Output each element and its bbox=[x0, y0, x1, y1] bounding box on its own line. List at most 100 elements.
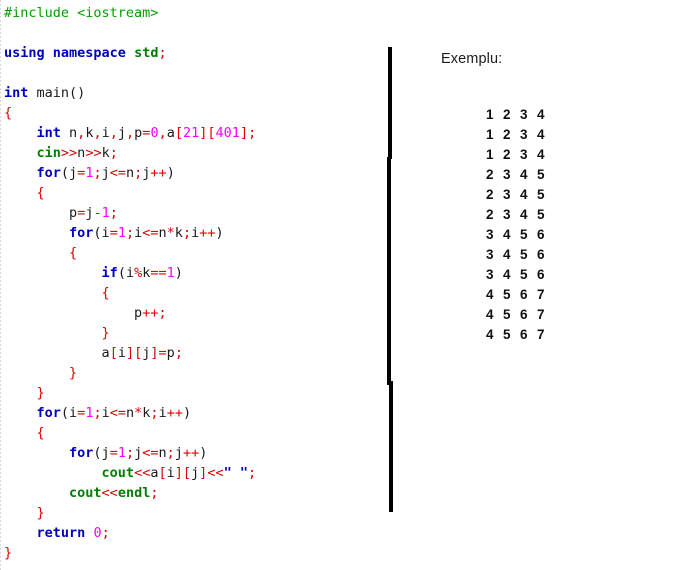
code-token: #include <iostream> bbox=[4, 5, 159, 21]
code-token: endl bbox=[117, 485, 151, 501]
code-token: { bbox=[36, 425, 45, 441]
code-token: ; bbox=[101, 525, 110, 541]
code-line: cin>>n>>k; bbox=[4, 143, 378, 163]
code-token: using bbox=[4, 45, 45, 61]
output-row: 1234 bbox=[486, 145, 554, 165]
code-token: ; bbox=[182, 225, 192, 241]
code-token: } bbox=[69, 365, 78, 381]
output-cell: 3 bbox=[503, 207, 511, 222]
code-token: (i bbox=[60, 405, 78, 421]
code-line: { bbox=[4, 103, 378, 123]
output-cell: 2 bbox=[503, 127, 511, 142]
code-token: 1 bbox=[166, 265, 175, 281]
code-token: ; bbox=[158, 305, 167, 321]
code-token: p bbox=[69, 205, 78, 221]
code-token: ; bbox=[174, 345, 183, 361]
code-line: if(i%k==1) bbox=[4, 263, 378, 283]
code-line: p=j-1; bbox=[4, 203, 378, 223]
example-output-grid: 1234123412342345234523453456345634564567… bbox=[486, 105, 554, 345]
code-token: n bbox=[158, 445, 167, 461]
output-cell: 3 bbox=[503, 187, 511, 202]
code-token: n bbox=[60, 125, 78, 141]
code-token: n bbox=[158, 225, 167, 241]
divider-segment-middle bbox=[387, 157, 391, 385]
output-cell: 1 bbox=[486, 147, 494, 162]
output-cell: 6 bbox=[520, 307, 528, 322]
code-token: j bbox=[117, 125, 127, 141]
code-line: for(i=1;i<=n*k;i++) bbox=[4, 223, 378, 243]
output-cell: 5 bbox=[520, 247, 528, 262]
code-token: n bbox=[126, 165, 135, 181]
code-token: (j bbox=[60, 165, 78, 181]
output-cell: 4 bbox=[503, 247, 511, 262]
code-token: = bbox=[109, 225, 118, 241]
code-line: } bbox=[4, 383, 378, 403]
code-token: << bbox=[134, 465, 151, 481]
code-token: ; bbox=[125, 445, 135, 461]
code-token: ] bbox=[125, 345, 135, 361]
code-token: (i bbox=[93, 225, 110, 241]
code-token: ) bbox=[174, 265, 183, 281]
output-row: 3456 bbox=[486, 265, 554, 285]
output-cell: 5 bbox=[520, 267, 528, 282]
code-token: std bbox=[134, 45, 159, 61]
code-token: ) bbox=[215, 225, 224, 241]
output-cell: 4 bbox=[520, 207, 528, 222]
output-cell: 3 bbox=[520, 107, 528, 122]
output-row: 2345 bbox=[486, 165, 554, 185]
code-token: 1 bbox=[117, 225, 126, 241]
output-cell: 4 bbox=[486, 327, 494, 342]
output-cell: 3 bbox=[486, 227, 494, 242]
output-cell: 5 bbox=[537, 187, 545, 202]
code-token: 1 bbox=[117, 445, 126, 461]
code-token: ++ bbox=[166, 405, 183, 421]
code-token: = bbox=[158, 345, 167, 361]
code-token: ; bbox=[247, 465, 257, 481]
code-token: [ bbox=[109, 345, 118, 361]
code-token: = bbox=[109, 445, 118, 461]
output-cell: 7 bbox=[537, 307, 545, 322]
output-row: 1234 bbox=[486, 125, 554, 145]
code-token: , bbox=[93, 125, 102, 141]
output-cell: 2 bbox=[486, 207, 494, 222]
code-token: >> bbox=[60, 145, 78, 161]
code-token: ) bbox=[199, 445, 208, 461]
code-line: int n,k,i,j,p=0,a[21][401]; bbox=[4, 123, 378, 143]
code-token: p bbox=[134, 305, 143, 321]
code-token: 0 bbox=[93, 525, 102, 541]
code-pane: #include <iostream> using namespace std;… bbox=[0, 0, 378, 570]
code-token: ++ bbox=[199, 225, 216, 241]
code-token: ++ bbox=[150, 165, 167, 181]
code-token: ] bbox=[174, 465, 183, 481]
code-token: * bbox=[166, 225, 175, 241]
code-token: ; bbox=[150, 405, 159, 421]
output-cell: 3 bbox=[486, 247, 494, 262]
code-token: <= bbox=[109, 405, 126, 421]
output-cell: 4 bbox=[486, 287, 494, 302]
code-line: { bbox=[4, 243, 378, 263]
code-token: <= bbox=[142, 445, 159, 461]
code-token: } bbox=[101, 325, 110, 341]
code-token: k bbox=[101, 145, 110, 161]
divider-segment-bottom bbox=[389, 381, 393, 512]
code-token: { bbox=[36, 185, 45, 201]
code-token: j bbox=[101, 165, 110, 181]
code-token: == bbox=[150, 265, 167, 281]
code-line: a[i][j]=p; bbox=[4, 343, 378, 363]
code-line: { bbox=[4, 183, 378, 203]
output-cell: 2 bbox=[486, 167, 494, 182]
output-cell: 5 bbox=[503, 327, 511, 342]
output-row: 4567 bbox=[486, 325, 554, 345]
code-token: } bbox=[4, 545, 13, 561]
code-token: ++ bbox=[142, 305, 159, 321]
output-row: 3456 bbox=[486, 225, 554, 245]
output-cell: 6 bbox=[537, 267, 545, 282]
output-cell: 6 bbox=[537, 227, 545, 242]
